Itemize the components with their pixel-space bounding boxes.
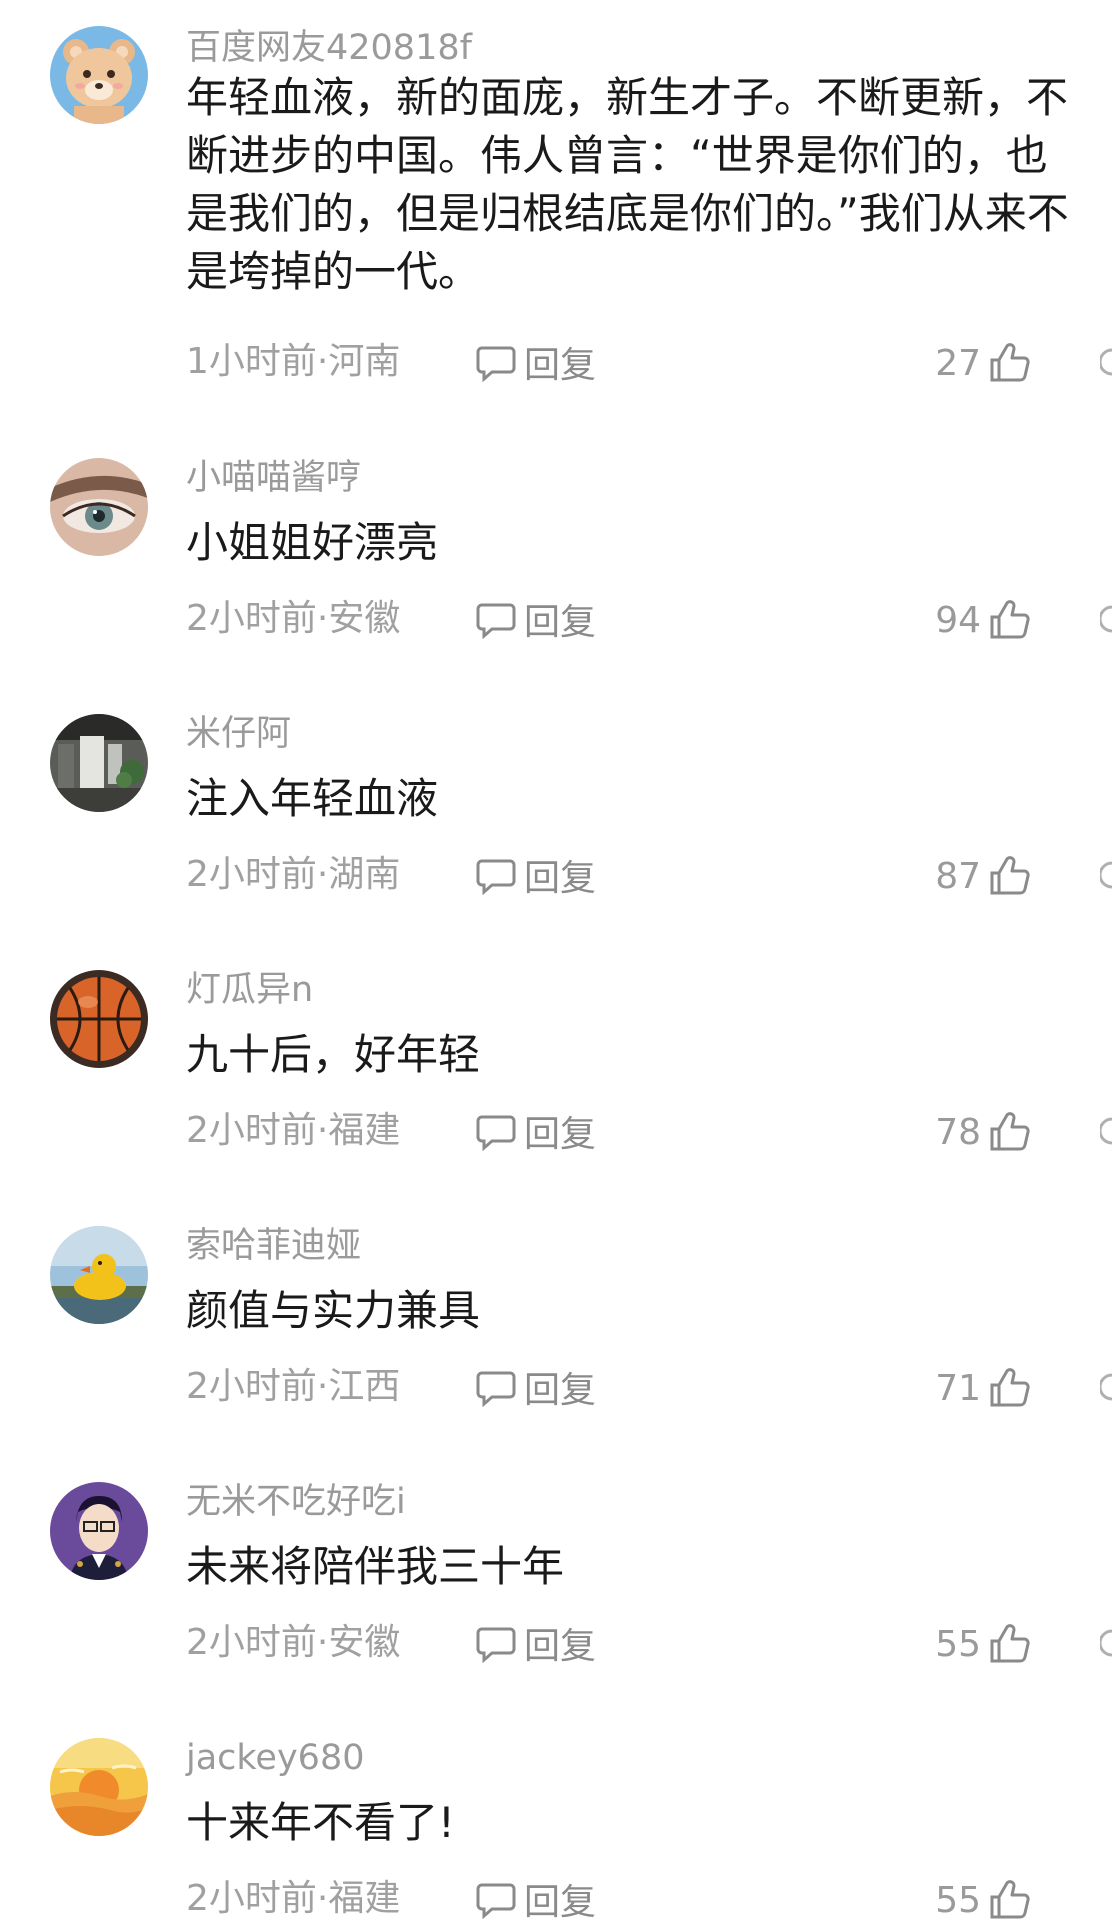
comment-time-location: 2小时前·安徽 xyxy=(186,1622,401,1663)
like-count: 55 xyxy=(935,1623,981,1665)
like-button[interactable]: 71 xyxy=(935,1365,1033,1411)
comment-username[interactable]: 米仔阿 xyxy=(186,717,291,752)
comment-bubble-icon xyxy=(476,1371,516,1408)
like-button[interactable]: 55 xyxy=(935,1877,1033,1923)
comment-text: 九十后，好年轻 xyxy=(186,1030,481,1079)
like-count: 27 xyxy=(935,342,981,384)
cartoon-man-avatar[interactable] xyxy=(50,1482,148,1580)
comment-bubble-icon xyxy=(476,1883,516,1920)
reply-label: 回复 xyxy=(524,858,597,899)
comment-bubble-icon xyxy=(476,1627,516,1664)
more-edge-icon[interactable] xyxy=(1098,853,1113,897)
comment-text: 小姐姐好漂亮 xyxy=(186,518,439,567)
reply-button[interactable]: 回复 xyxy=(474,1109,596,1155)
like-button[interactable]: 55 xyxy=(935,1621,1033,1667)
like-button[interactable]: 87 xyxy=(935,853,1033,899)
thumbs-up-icon xyxy=(990,600,1030,639)
comment-username[interactable]: 索哈菲迪娅 xyxy=(186,1229,361,1264)
comment-time-location: 2小时前·福建 xyxy=(186,1878,401,1919)
comment-username[interactable]: 百度网友420818f xyxy=(186,31,472,66)
more-edge-icon[interactable] xyxy=(1098,340,1113,384)
reply-button[interactable]: 回复 xyxy=(474,853,596,899)
comment-time-location: 2小时前·江西 xyxy=(186,1366,401,1407)
like-count: 55 xyxy=(935,1879,981,1921)
sunset-avatar[interactable] xyxy=(50,1738,148,1836)
thumbs-up-icon xyxy=(990,1112,1030,1151)
thumbs-up-icon xyxy=(990,343,1030,382)
bear-avatar[interactable] xyxy=(50,26,148,124)
reply-label: 回复 xyxy=(524,1114,597,1155)
reply-label: 回复 xyxy=(524,1626,597,1667)
reply-label: 回复 xyxy=(524,1882,597,1923)
comment-bubble-icon xyxy=(476,859,516,896)
like-count: 78 xyxy=(935,1111,981,1153)
thumbs-up-icon xyxy=(990,1624,1030,1663)
reply-label: 回复 xyxy=(524,345,597,386)
thumbs-up-icon xyxy=(990,1368,1030,1407)
like-button[interactable]: 27 xyxy=(935,340,1033,386)
comment-bubble-icon xyxy=(476,346,516,383)
comment-username[interactable]: jackey680 xyxy=(186,1741,365,1776)
comment-username[interactable]: 灯瓜异n xyxy=(186,973,313,1008)
comment-text: 颜值与实力兼具 xyxy=(186,1286,481,1335)
comment-username[interactable]: 小喵喵酱哼 xyxy=(186,461,361,496)
like-count: 87 xyxy=(935,855,981,897)
like-button[interactable]: 94 xyxy=(935,597,1033,643)
reply-button[interactable]: 回复 xyxy=(474,1621,596,1667)
reply-label: 回复 xyxy=(524,602,597,643)
thumbs-up-icon xyxy=(990,1880,1030,1919)
eye-avatar[interactable] xyxy=(50,458,148,556)
comment-time-location: 2小时前·湖南 xyxy=(186,854,401,895)
comment-text: 十来年不看了! xyxy=(186,1798,455,1847)
reply-button[interactable]: 回复 xyxy=(474,1877,596,1923)
room-avatar[interactable] xyxy=(50,714,148,812)
comment-text: 注入年轻血液 xyxy=(186,774,439,823)
more-edge-icon[interactable] xyxy=(1098,1365,1113,1409)
basketball-avatar[interactable] xyxy=(50,970,148,1068)
like-count: 71 xyxy=(935,1367,981,1409)
reply-button[interactable]: 回复 xyxy=(474,1365,596,1411)
comment-username[interactable]: 无米不吃好吃i xyxy=(186,1485,406,1520)
comment-bubble-icon xyxy=(476,1115,516,1152)
duck-avatar[interactable] xyxy=(50,1226,148,1324)
comment-time-location: 2小时前·福建 xyxy=(186,1110,401,1151)
comment-time-location: 2小时前·安徽 xyxy=(186,598,401,639)
like-button[interactable]: 78 xyxy=(935,1109,1033,1155)
comment-time-location: 1小时前·河南 xyxy=(186,341,401,382)
reply-label: 回复 xyxy=(524,1370,597,1411)
comment-bubble-icon xyxy=(476,603,516,640)
more-edge-icon[interactable] xyxy=(1098,1621,1113,1665)
reply-button[interactable]: 回复 xyxy=(474,597,596,643)
more-edge-icon[interactable] xyxy=(1098,597,1113,641)
thumbs-up-icon xyxy=(990,856,1030,895)
reply-button[interactable]: 回复 xyxy=(474,340,596,386)
like-count: 94 xyxy=(935,599,981,641)
comment-text: 未来将陪伴我三十年 xyxy=(186,1542,565,1591)
more-edge-icon[interactable] xyxy=(1098,1109,1113,1153)
comment-text: 年轻血液，新的面庞，新生才子。不断更新，不断进步的中国。伟人曾言：“世界是你们的… xyxy=(186,73,1069,296)
